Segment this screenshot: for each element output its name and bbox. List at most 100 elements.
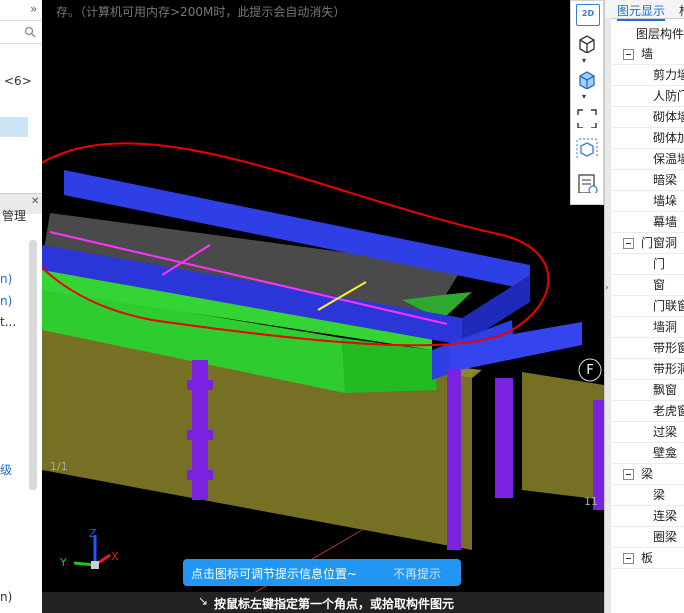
tree-label: 连梁 bbox=[653, 509, 678, 523]
right-tab-bar: 图元显示 构 bbox=[605, 0, 684, 21]
status-bar: ↘ 按鼠标左键指定第一个角点，或拾取构件图元 bbox=[42, 592, 604, 613]
tree-group[interactable]: 梁 bbox=[605, 464, 684, 485]
tip-message[interactable]: 点击图标可调节提示信息位置~ bbox=[191, 565, 357, 582]
column bbox=[187, 380, 213, 390]
axis-marker-label: 11 bbox=[584, 495, 598, 508]
tree-item[interactable]: 老虎窗 bbox=[605, 401, 684, 422]
tree-group[interactable]: 板 bbox=[605, 548, 684, 569]
axis-marker-label: 1/1 bbox=[50, 460, 68, 473]
list-item[interactable]: 级 bbox=[0, 461, 12, 478]
cursor-icon: ↘ bbox=[198, 594, 209, 608]
3d-orbit-icon[interactable] bbox=[576, 138, 598, 158]
dismiss-tip-button[interactable]: 不再提示 bbox=[393, 565, 441, 582]
tree-item[interactable]: 墙洞 bbox=[605, 317, 684, 338]
tree-label: 飘窗 bbox=[653, 383, 678, 397]
tree-label: 带形窗 bbox=[653, 341, 684, 355]
tree-label: 门窗洞 bbox=[641, 236, 678, 250]
axis-y-label: Y bbox=[59, 556, 67, 569]
2d-view-icon[interactable]: 2D bbox=[576, 4, 600, 26]
list-item[interactable]: n) bbox=[0, 272, 12, 286]
tree-item[interactable]: 连梁 bbox=[605, 506, 684, 527]
tree-label: 过梁 bbox=[653, 425, 678, 439]
column bbox=[495, 378, 513, 498]
tree-item[interactable]: 墙垛 bbox=[605, 191, 684, 212]
column bbox=[187, 430, 213, 440]
tree-label: 暗梁 bbox=[653, 173, 678, 187]
tree-label: 梁 bbox=[653, 488, 666, 502]
column bbox=[593, 400, 604, 510]
collapse-icon[interactable] bbox=[623, 238, 634, 249]
list-item[interactable]: n) bbox=[0, 590, 12, 604]
tree-label: 老虎窗 bbox=[653, 404, 684, 418]
tab-element-display[interactable]: 图元显示 bbox=[617, 2, 666, 21]
tree-group[interactable]: 门窗洞 bbox=[605, 233, 684, 254]
tree-item[interactable]: 圈梁 bbox=[605, 527, 684, 548]
selected-item[interactable] bbox=[0, 117, 28, 137]
list-item[interactable]: n) bbox=[0, 294, 12, 308]
tree-group[interactable]: 墙 bbox=[605, 44, 684, 65]
tree-label: 梁 bbox=[641, 467, 654, 481]
3d-viewport[interactable]: 存。（计算机可用内存>200M时，此提示会自动消失） F 1/1 11 Z X … bbox=[42, 0, 604, 613]
tree-label: 壁龛 bbox=[653, 446, 678, 460]
tree-item[interactable]: 保温墙 bbox=[605, 149, 684, 170]
collapse-icon[interactable] bbox=[623, 49, 634, 60]
tree-item[interactable]: 梁 bbox=[605, 485, 684, 506]
tree-label: 砌体加 bbox=[653, 131, 684, 145]
tree-item[interactable]: 过梁 bbox=[605, 422, 684, 443]
tree-item[interactable]: 窗 bbox=[605, 275, 684, 296]
page-indicator: <6> bbox=[4, 74, 32, 88]
tree-label: 剪力墙 bbox=[653, 68, 684, 82]
tree-label: 砌体墙 bbox=[653, 110, 684, 124]
fullscreen-icon[interactable] bbox=[576, 108, 598, 128]
column bbox=[447, 370, 461, 550]
tree-item[interactable]: 带形窗 bbox=[605, 338, 684, 359]
tree-label: 墙洞 bbox=[653, 320, 678, 334]
left-panel: » <6> 管理 ✕ n) n) t... 级 n) bbox=[0, 0, 43, 613]
list-item[interactable]: t... bbox=[0, 315, 16, 329]
tab-component[interactable]: 构 bbox=[679, 2, 684, 19]
tree-item[interactable]: 砌体墙 bbox=[605, 107, 684, 128]
search-box[interactable] bbox=[0, 20, 42, 44]
tree-label: 墙 bbox=[641, 47, 654, 61]
chevron-down-icon[interactable]: ▾ bbox=[582, 92, 586, 101]
axis-z-label: Z bbox=[89, 527, 97, 540]
tree-item[interactable]: 砌体加 bbox=[605, 128, 684, 149]
tree-item[interactable]: 暗梁 bbox=[605, 170, 684, 191]
tree-label: 板 bbox=[641, 551, 654, 565]
tree-item[interactable]: 飘窗 bbox=[605, 380, 684, 401]
side-wall bbox=[522, 372, 604, 500]
axis-x-label: X bbox=[111, 550, 119, 563]
tree-item[interactable]: 幕墙 bbox=[605, 212, 684, 233]
tree-label: 圈梁 bbox=[653, 530, 678, 544]
tree-label: 门联窗 bbox=[653, 299, 684, 313]
tree-header: 图层构件 bbox=[636, 27, 684, 41]
search-icon[interactable] bbox=[24, 26, 36, 38]
column bbox=[187, 470, 213, 480]
tree-label: 保温墙 bbox=[653, 152, 684, 166]
right-panel: 图元显示 构 › 图层构件 墙剪力墙人防门砌体墙砌体加保温墙暗梁墙垛幕墙门窗洞门… bbox=[604, 0, 684, 613]
close-icon[interactable]: ✕ bbox=[31, 196, 39, 207]
collapse-icon[interactable] bbox=[623, 553, 634, 564]
3d-solid-icon[interactable] bbox=[576, 69, 598, 89]
collapse-arrow-icon[interactable]: » bbox=[30, 2, 37, 16]
tree-item[interactable]: 门 bbox=[605, 254, 684, 275]
left-scrollbar[interactable] bbox=[29, 240, 37, 490]
axis-gizmo: Z X Y bbox=[59, 527, 119, 569]
tree-item[interactable]: 剪力墙 bbox=[605, 65, 684, 86]
model-canvas[interactable]: F 1/1 11 Z X Y bbox=[42, 0, 604, 613]
tree-label: 带形洞 bbox=[653, 362, 684, 376]
3d-wireframe-icon[interactable] bbox=[576, 33, 598, 53]
tree-label: 窗 bbox=[653, 278, 666, 292]
tree-label: 墙垛 bbox=[653, 194, 678, 208]
collapse-icon[interactable] bbox=[623, 469, 634, 480]
tab-manage[interactable]: 管理 bbox=[2, 207, 26, 224]
tree-label: 人防门 bbox=[653, 89, 684, 103]
tree-label: 门 bbox=[653, 257, 666, 271]
tree-item[interactable]: 人防门 bbox=[605, 86, 684, 107]
display-settings-icon[interactable] bbox=[576, 173, 598, 193]
chevron-down-icon[interactable]: ▾ bbox=[582, 56, 586, 65]
tree-item[interactable]: 带形洞 bbox=[605, 359, 684, 380]
tree-item[interactable]: 门联窗 bbox=[605, 296, 684, 317]
axis-marker-label: F bbox=[586, 363, 593, 378]
tree-item[interactable]: 壁龛 bbox=[605, 443, 684, 464]
